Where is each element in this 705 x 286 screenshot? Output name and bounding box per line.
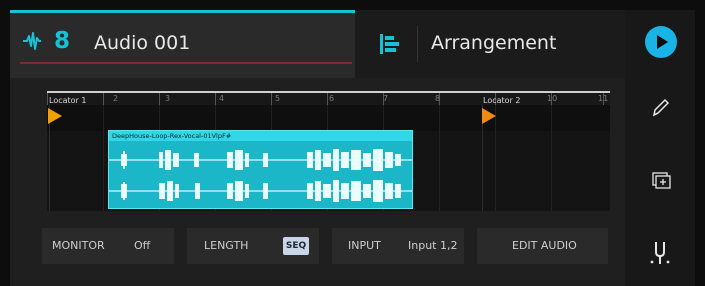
monitor-label: MONITOR	[52, 239, 105, 252]
track-number: 8	[54, 28, 71, 54]
input-control[interactable]: INPUT Input 1,2	[332, 228, 464, 264]
bar-number: 11	[598, 94, 609, 103]
track-header[interactable]: 8 Audio 001	[10, 10, 355, 78]
bar-number: 6	[329, 94, 335, 103]
side-toolbar	[625, 10, 695, 286]
timeline[interactable]: Locator 1 2 3 4 5 6 7 8 Locator 2 10 11 …	[47, 91, 610, 211]
track-name[interactable]: Audio 001	[94, 32, 190, 54]
duplicate-add-icon[interactable]	[625, 166, 695, 196]
view-title: Arrangement	[431, 32, 557, 54]
pencil-icon[interactable]	[625, 92, 695, 122]
locator-2-label: Locator 2	[483, 96, 521, 105]
bar-number: 7	[383, 94, 389, 103]
monitor-control[interactable]: MONITOR Off	[42, 228, 174, 264]
length-control[interactable]: LENGTH SEQ	[187, 228, 319, 264]
bar-number: 2	[113, 94, 119, 103]
locator-2-flag-icon[interactable]	[481, 107, 497, 127]
bar-number: 10	[547, 94, 558, 103]
bar-number: 8	[435, 94, 441, 103]
locator-row[interactable]	[47, 105, 610, 131]
view-header[interactable]: Arrangement	[355, 10, 625, 78]
split-icon[interactable]	[625, 238, 695, 268]
length-label: LENGTH	[204, 239, 249, 252]
monitor-value: Off	[134, 239, 151, 252]
audio-clip[interactable]: DeepHouse-Loop-Rex-Vocal-01VlpF#	[108, 130, 413, 209]
header-separator	[417, 26, 418, 62]
play-button[interactable]	[645, 26, 677, 58]
edit-audio-button[interactable]: EDIT AUDIO	[477, 228, 608, 264]
edit-audio-label: EDIT AUDIO	[512, 239, 577, 252]
bar-number: 3	[165, 94, 171, 103]
arrangement-icon	[380, 34, 399, 54]
track-accent-line	[10, 10, 355, 13]
seq-toggle[interactable]: SEQ	[283, 237, 309, 255]
track-underline	[20, 62, 352, 64]
audio-waveform-icon	[23, 32, 41, 50]
waveform	[109, 149, 412, 202]
input-value: Input 1,2	[408, 239, 458, 252]
bar-number: 4	[219, 94, 225, 103]
input-label: INPUT	[348, 239, 381, 252]
clip-name: DeepHouse-Loop-Rex-Vocal-01VlpF#	[109, 131, 412, 141]
locator-1-label: Locator 1	[49, 96, 87, 105]
play-icon	[657, 35, 668, 49]
bar-number: 5	[275, 94, 281, 103]
locator-1-flag-icon[interactable]	[47, 107, 63, 127]
